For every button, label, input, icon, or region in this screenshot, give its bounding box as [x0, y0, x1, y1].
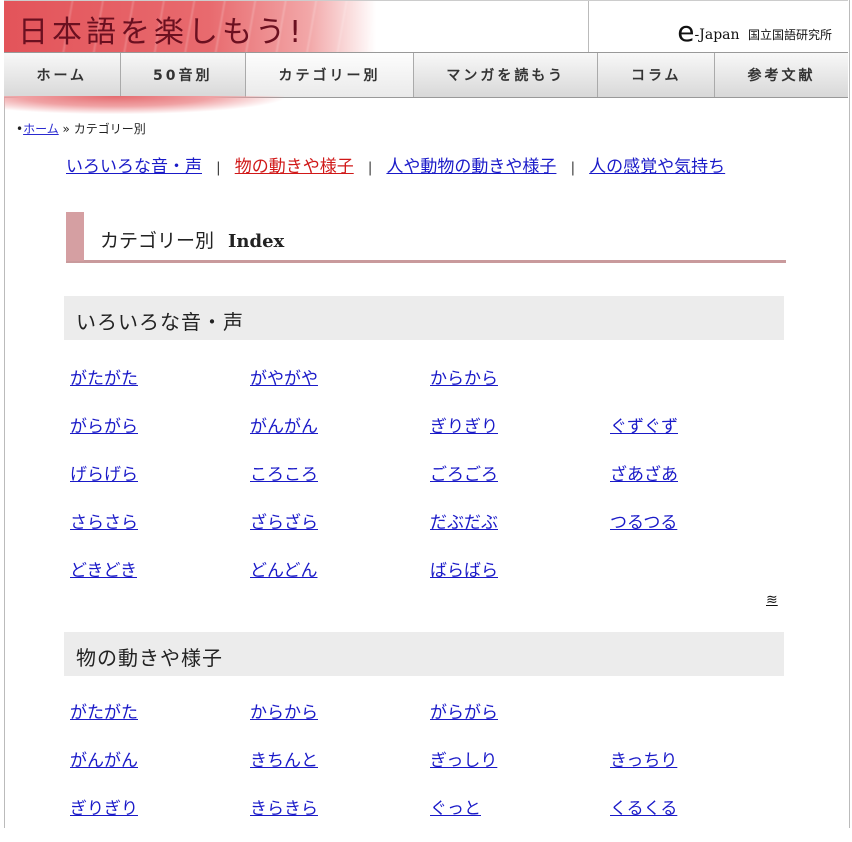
category-separator: |: [216, 160, 221, 176]
word-row: がんがん きちんと ぎっしり きっちり: [70, 746, 790, 794]
word-row: がたがた からから がらがら: [70, 698, 790, 746]
nav-50on[interactable]: 50音別: [120, 53, 246, 97]
word-link[interactable]: さらさら: [70, 513, 138, 533]
word-link[interactable]: ざあざあ: [610, 465, 678, 485]
word-link[interactable]: がらがら: [430, 703, 498, 723]
word-row: ぎりぎり きらきら ぐっと くるくる: [70, 794, 790, 842]
category-separator: |: [570, 160, 576, 176]
word-link[interactable]: ばらばら: [430, 561, 498, 581]
word-link[interactable]: がらがら: [70, 417, 138, 437]
nav-manga[interactable]: マンガを読もう: [413, 53, 599, 97]
word-link[interactable]: つるつる: [610, 513, 677, 533]
partner-org: 国立国語研究所: [747, 28, 832, 42]
partner-logo-e: e: [677, 15, 695, 48]
breadcrumb-separator: »: [58, 122, 74, 136]
section-header: いろいろな音・声: [64, 296, 784, 340]
word-link[interactable]: きっちり: [610, 751, 677, 771]
word-link[interactable]: がんがん: [250, 417, 318, 437]
main-nav: ホーム 50音別 カテゴリー別 マンガを読もう コラム 参考文献: [4, 52, 848, 98]
nav-decoration: [4, 96, 284, 114]
word-row: がらがら がんがん ぎりぎり ぐずぐず: [70, 412, 790, 460]
category-link-people-animals[interactable]: 人や動物の動きや様子: [386, 157, 556, 177]
word-link[interactable]: がんがん: [70, 751, 138, 771]
word-link[interactable]: がやがや: [250, 369, 318, 389]
word-link[interactable]: きちんと: [250, 751, 318, 771]
breadcrumb: •ホーム » カテゴリー別: [16, 120, 146, 137]
partner-logo-name: -Japan: [694, 27, 740, 43]
word-link[interactable]: どんどん: [250, 561, 318, 581]
site-header: 日本語を楽しもう! e-Japan 国立国語研究所: [4, 0, 848, 53]
index-heading: カテゴリー別 Index: [66, 212, 786, 263]
word-link[interactable]: きらきら: [250, 799, 318, 819]
word-link[interactable]: どきどき: [70, 561, 137, 581]
word-link[interactable]: からから: [430, 369, 498, 389]
section-title: いろいろな音・声: [76, 310, 244, 334]
word-link[interactable]: げらげら: [70, 465, 138, 485]
nav-references[interactable]: 参考文献: [715, 53, 848, 97]
word-link[interactable]: ぐっと: [430, 799, 481, 819]
index-heading-bold: Index: [228, 231, 285, 252]
section-header: 物の動きや様子: [64, 632, 784, 676]
index-heading-label: カテゴリー別: [100, 230, 215, 252]
word-link[interactable]: ぎりぎり: [70, 799, 138, 819]
back-to-top-icon[interactable]: ≋: [766, 592, 778, 608]
word-row: さらさら ざらざら だぶだぶ つるつる: [70, 508, 790, 556]
word-link[interactable]: ごろごろ: [430, 465, 498, 485]
word-link[interactable]: ころころ: [250, 465, 318, 485]
category-link-feelings[interactable]: 人の感覚や気持ち: [589, 157, 725, 177]
index-heading-text: カテゴリー別 Index: [100, 226, 284, 253]
word-link[interactable]: がたがた: [70, 369, 138, 389]
category-link-sounds[interactable]: いろいろな音・声: [66, 157, 202, 177]
breadcrumb-current: カテゴリー別: [73, 122, 146, 136]
word-row: がたがた がやがや からから: [70, 364, 790, 412]
word-link[interactable]: からから: [250, 703, 318, 723]
category-nav: いろいろな音・声 | 物の動きや様子 | 人や動物の動きや様子 | 人の感覚や気持ち: [66, 152, 725, 177]
heading-marker: [66, 212, 84, 261]
word-link[interactable]: ざらざら: [250, 513, 318, 533]
word-link[interactable]: ぎりぎり: [430, 417, 498, 437]
word-row: げらげら ころころ ごろごろ ざあざあ: [70, 460, 790, 508]
word-link[interactable]: ぐずぐず: [610, 417, 678, 437]
word-link[interactable]: ぎっしり: [430, 751, 497, 771]
nav-home[interactable]: ホーム: [4, 53, 121, 97]
word-link[interactable]: がたがた: [70, 703, 138, 723]
word-grid: がたがた からから がらがら がんがん きちんと ぎっしり きっちり ぎりぎり …: [70, 698, 790, 842]
category-separator: |: [367, 160, 373, 176]
site-title[interactable]: 日本語を楽しもう!: [18, 7, 305, 51]
category-link-things[interactable]: 物の動きや様子: [235, 157, 354, 177]
word-link[interactable]: だぶだぶ: [430, 513, 498, 533]
section-title: 物の動きや様子: [76, 646, 223, 670]
nav-column[interactable]: コラム: [598, 53, 716, 97]
nav-category[interactable]: カテゴリー別: [245, 53, 414, 97]
breadcrumb-home-link[interactable]: ホーム: [23, 122, 59, 136]
word-row: どきどき どんどん ばらばら: [70, 556, 790, 604]
partner-logo[interactable]: e-Japan 国立国語研究所: [677, 15, 832, 48]
header-divider: [588, 1, 589, 53]
word-link[interactable]: くるくる: [610, 799, 677, 819]
word-grid: がたがた がやがや からから がらがら がんがん ぎりぎり ぐずぐず げらげら …: [70, 364, 790, 604]
